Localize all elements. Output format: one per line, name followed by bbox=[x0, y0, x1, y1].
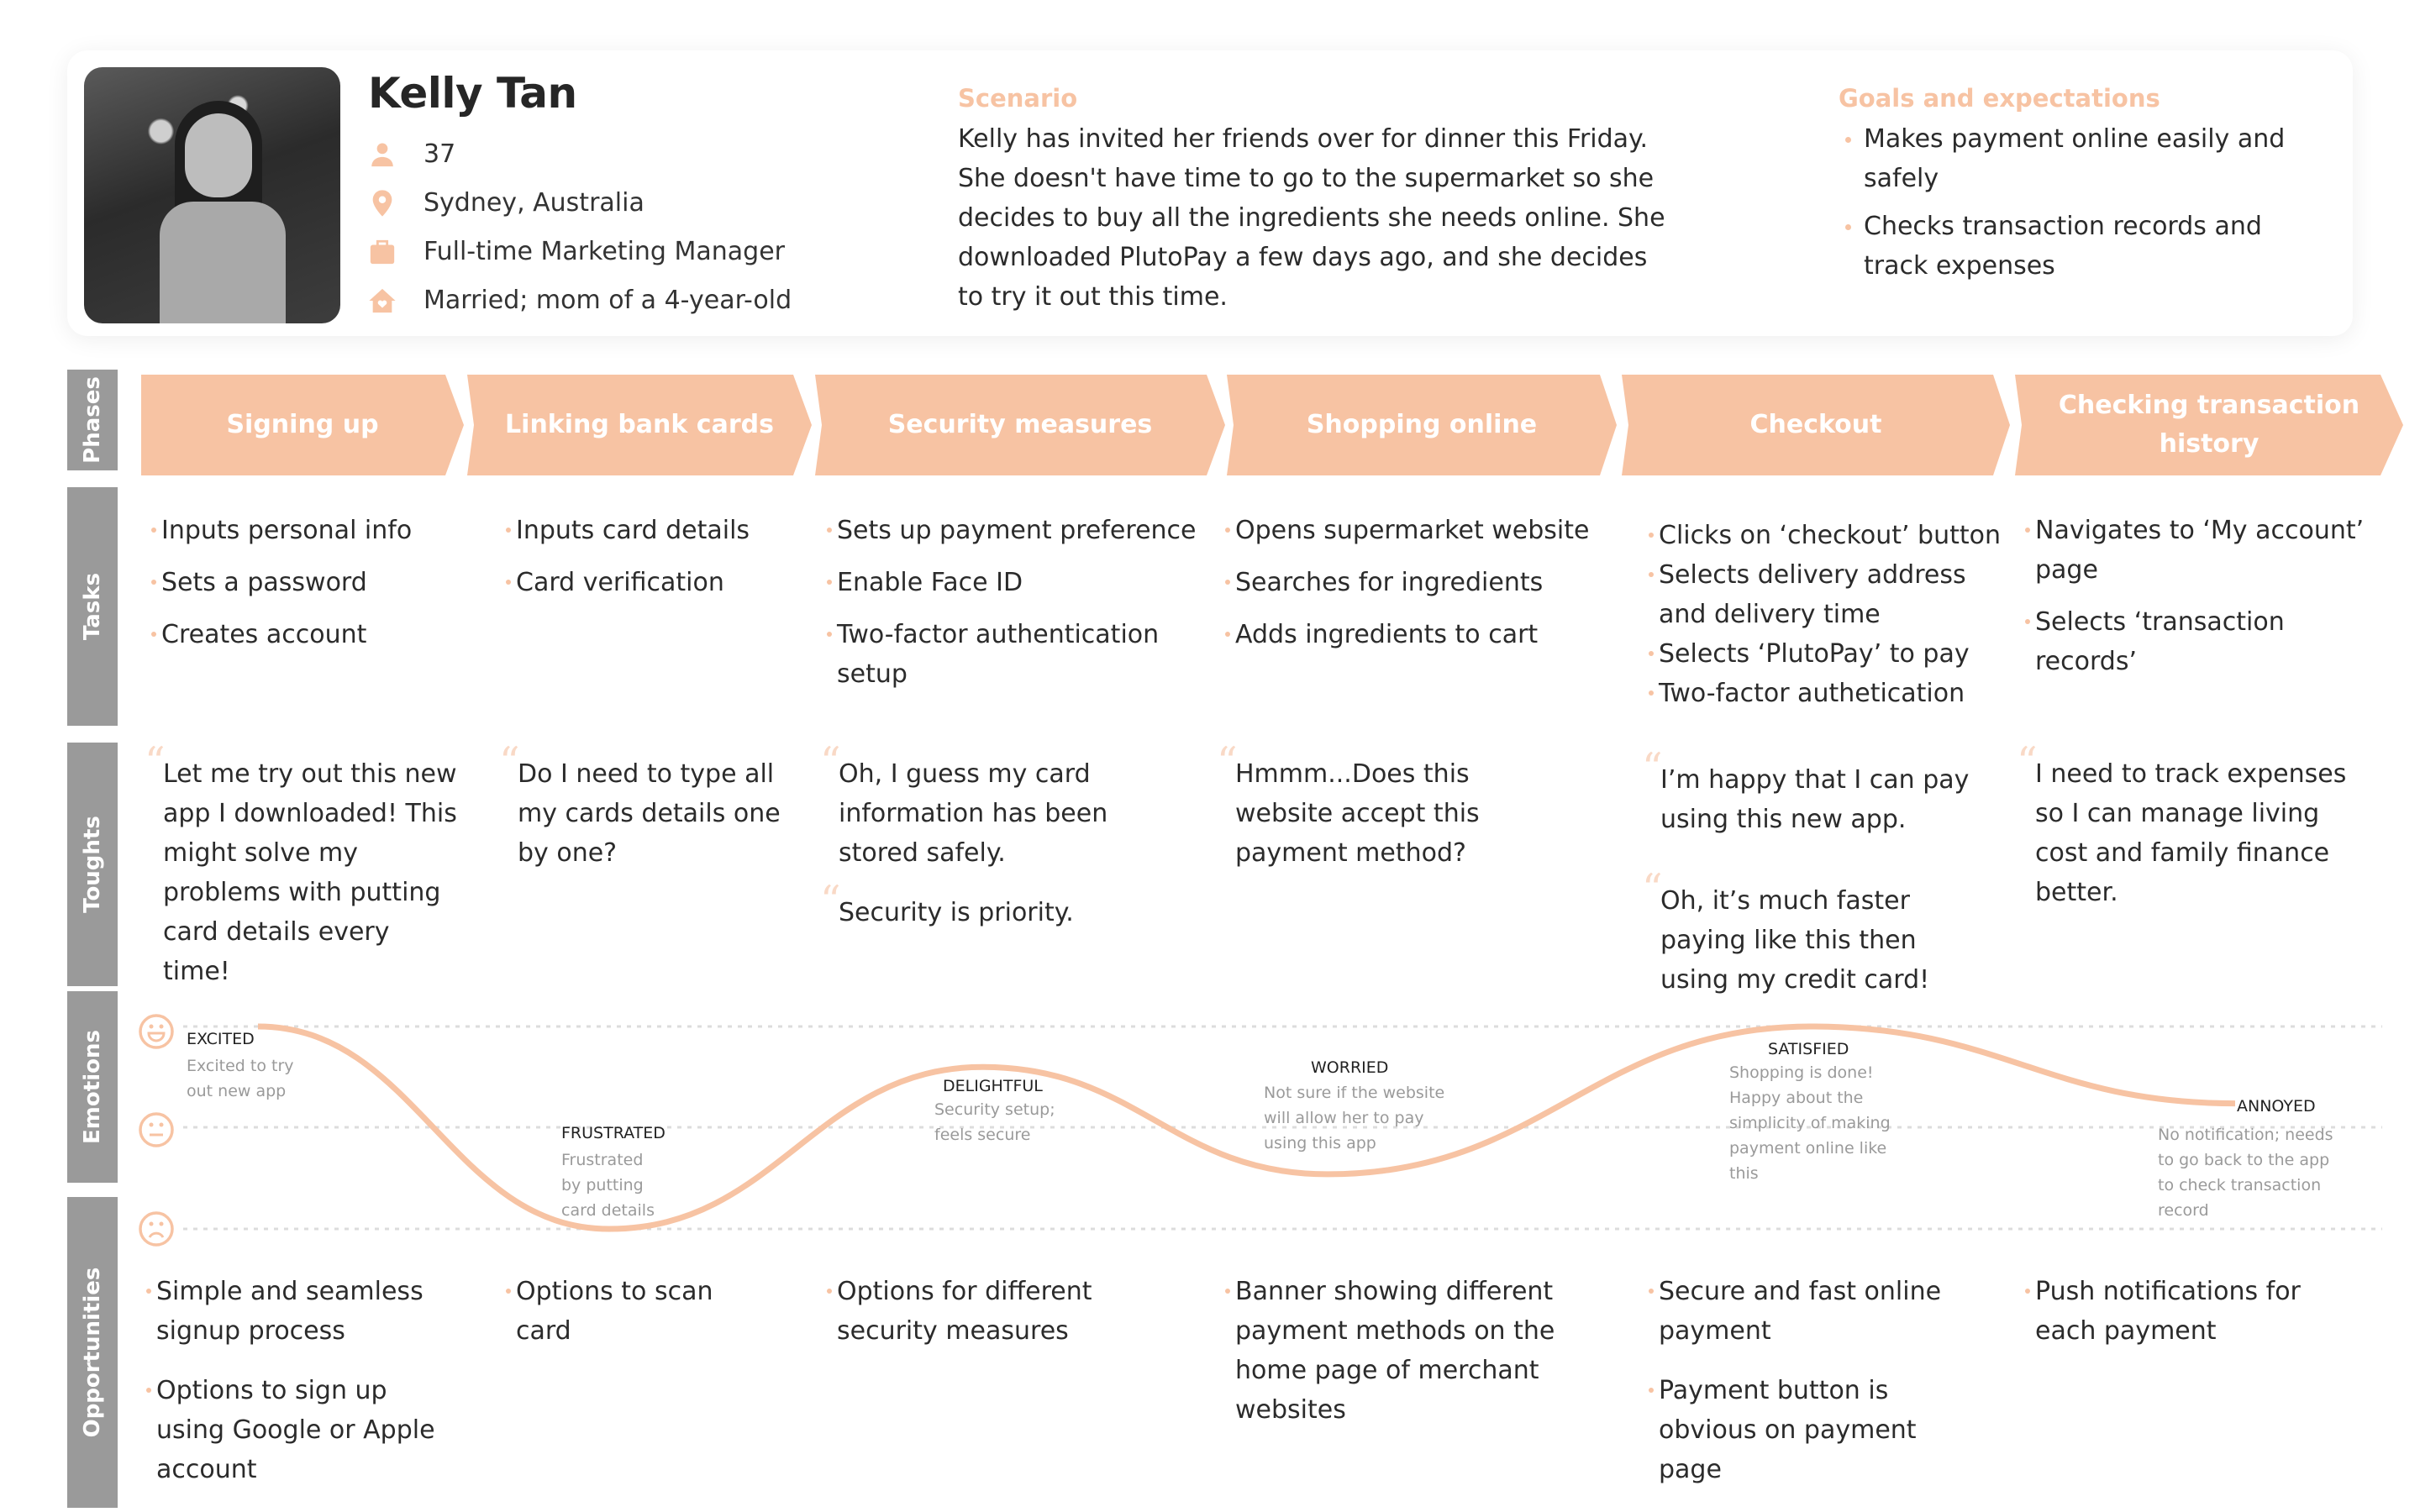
emotion-desc-excited: Excited to try out new app bbox=[187, 1053, 294, 1104]
emotion-label-delightful: DELIGHTFUL bbox=[943, 1077, 1043, 1095]
opportunity-item: Payment button is obvious on payment pag… bbox=[1647, 1371, 1944, 1489]
emotion-desc-line: to check transaction bbox=[2158, 1176, 2322, 1194]
emotion-desc-annoyed: No notification; needs to go back to the… bbox=[2158, 1122, 2333, 1223]
sad-face-icon bbox=[139, 1211, 174, 1247]
emotion-label-annoyed: ANNOYED bbox=[2237, 1097, 2316, 1116]
emotion-desc-line: No notification; needs bbox=[2158, 1126, 2333, 1144]
emotion-desc-line: record bbox=[2158, 1201, 2209, 1220]
opportunities-col-1: Simple and seamless signup process Optio… bbox=[145, 1272, 472, 1502]
opportunity-item: Banner showing different payment methods… bbox=[1223, 1272, 1571, 1430]
opportunity-item: Simple and seamless signup process bbox=[145, 1272, 459, 1351]
opportunities-col-6: Push notifications for each payment bbox=[2023, 1272, 2343, 1363]
emotion-desc-line: card details bbox=[561, 1201, 655, 1220]
opportunity-item: Options to scan card bbox=[504, 1272, 743, 1351]
emotion-label-satisfied: SATISFIED bbox=[1768, 1040, 1849, 1058]
emotion-desc-satisfied: Shopping is done! Happy about the simpli… bbox=[1729, 1060, 1891, 1186]
emotion-desc-line: Happy about the bbox=[1729, 1089, 1864, 1107]
emotion-desc-delightful: Security setup; feels secure bbox=[934, 1097, 1055, 1147]
emotion-desc-line: using this app bbox=[1264, 1134, 1376, 1152]
emotion-label-frustrated: FRUSTRATED bbox=[561, 1124, 666, 1142]
neutral-face-icon bbox=[139, 1112, 174, 1147]
emotion-desc-line: to go back to the app bbox=[2158, 1151, 2330, 1169]
opportunity-item: Push notifications for each payment bbox=[2023, 1272, 2321, 1351]
emotion-desc-line: by putting bbox=[561, 1176, 644, 1194]
emotion-label-worried: WORRIED bbox=[1311, 1058, 1389, 1077]
opportunities-col-4: Banner showing different payment methods… bbox=[1223, 1272, 1576, 1442]
emotion-desc-line: Frustrated bbox=[561, 1151, 644, 1169]
emotion-desc-line: will allow her to pay bbox=[1264, 1109, 1424, 1127]
opportunities-col-5: Secure and fast online payment Payment b… bbox=[1647, 1272, 1966, 1502]
emotion-desc-worried: Not sure if the website will allow her t… bbox=[1264, 1080, 1444, 1156]
emotion-desc-frustrated: Frustrated by putting card details bbox=[561, 1147, 655, 1223]
emotion-desc-line: Shopping is done! bbox=[1729, 1063, 1874, 1082]
emotion-desc-line: Security setup; bbox=[934, 1100, 1055, 1119]
opportunities-col-2: Options to scan card bbox=[504, 1272, 756, 1363]
opportunity-item: Options for different security measures bbox=[825, 1272, 1123, 1351]
emotion-label-excited: EXCITED bbox=[187, 1030, 255, 1048]
opportunity-item: Secure and fast online payment bbox=[1647, 1272, 1961, 1351]
emotion-desc-line: Excited to try bbox=[187, 1057, 294, 1075]
emotion-desc-line: Not sure if the website bbox=[1264, 1084, 1445, 1102]
opportunities-col-3: Options for different security measures bbox=[825, 1272, 1128, 1363]
emotion-desc-line: simplicity of making bbox=[1729, 1114, 1891, 1132]
emotion-desc-line: payment online like bbox=[1729, 1139, 1887, 1158]
emotion-desc-line: feels secure bbox=[934, 1126, 1031, 1144]
emotion-desc-line: out new app bbox=[187, 1082, 287, 1100]
happy-face-icon bbox=[139, 1014, 174, 1049]
opportunity-item: Options to sign up using Google or Apple… bbox=[145, 1371, 459, 1489]
emotion-desc-line: this bbox=[1729, 1164, 1759, 1183]
